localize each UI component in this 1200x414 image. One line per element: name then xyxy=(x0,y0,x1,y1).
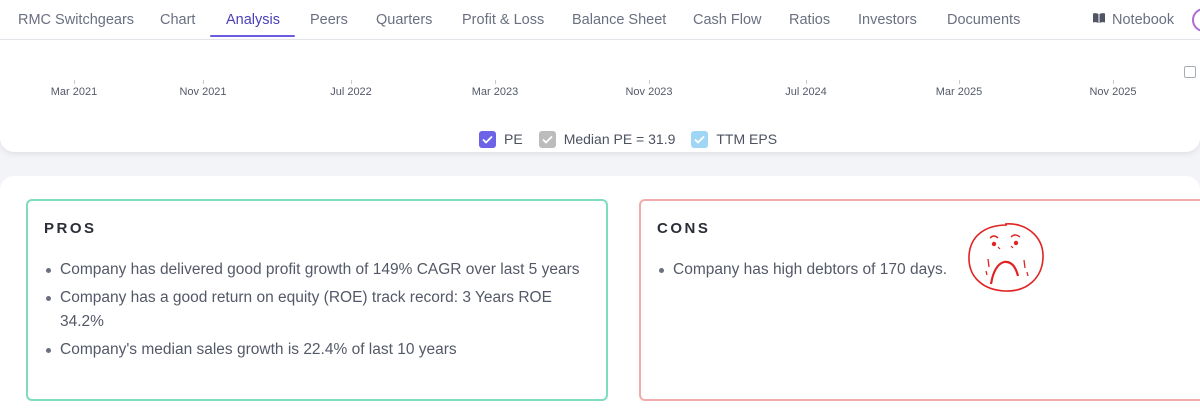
tab-peers[interactable]: Peers xyxy=(310,0,348,38)
cons-box: CONS Company has high debtors of 170 day… xyxy=(639,199,1200,401)
x-tick-label: Mar 2023 xyxy=(471,86,519,98)
list-item: Company has delivered good profit growth… xyxy=(44,258,584,282)
x-tick-mark xyxy=(495,80,496,84)
tab-documents[interactable]: Documents xyxy=(947,0,1020,38)
legend-label: TTM EPS xyxy=(716,131,778,147)
legend-item[interactable]: Median PE = 31.9 xyxy=(538,130,676,148)
legend-checkbox[interactable] xyxy=(538,130,556,148)
list-item: Company has high debtors of 170 days. xyxy=(657,258,957,282)
x-tick-label: Mar 2021 xyxy=(50,86,98,98)
pros-list: Company has delivered good profit growth… xyxy=(44,258,584,366)
book-icon xyxy=(1092,0,1106,40)
legend-checkbox[interactable] xyxy=(479,130,496,148)
tab-balance-sheet[interactable]: Balance Sheet xyxy=(572,0,666,38)
x-tick-label: Nov 2025 xyxy=(1089,86,1137,98)
tab-analysis[interactable]: Analysis xyxy=(226,0,280,38)
pros-box: PROS Company has delivered good profit g… xyxy=(26,199,608,401)
x-tick-mark xyxy=(1113,80,1114,84)
tab-quarters[interactable]: Quarters xyxy=(376,0,432,38)
tab-ratios[interactable]: Ratios xyxy=(789,0,830,38)
list-item: Company's median sales growth is 22.4% o… xyxy=(44,338,584,362)
legend-label: PE xyxy=(504,131,523,147)
legend-item[interactable]: TTM EPS xyxy=(691,130,778,148)
pros-title: PROS xyxy=(44,220,97,237)
check-icon xyxy=(542,135,553,144)
tab-company-name[interactable]: RMC Switchgears xyxy=(18,0,134,38)
x-tick-mark xyxy=(351,80,352,84)
list-item: Company has a good return on equity (ROE… xyxy=(44,286,584,334)
tab-chart[interactable]: Chart xyxy=(160,0,195,38)
check-icon xyxy=(482,135,493,144)
legend-item[interactable]: PE xyxy=(479,130,523,148)
x-tick-label: Jul 2024 xyxy=(785,86,827,98)
tab-profit-loss[interactable]: Profit & Loss xyxy=(462,0,544,38)
tab-investors[interactable]: Investors xyxy=(858,0,917,38)
legend-checkbox[interactable] xyxy=(691,130,709,148)
chart-card: Mar 2021 Nov 2021 Jul 2022 Mar 2023 Nov 2023… xyxy=(0,40,1200,152)
check-icon xyxy=(694,135,706,144)
legend-label: Median PE = 31.9 xyxy=(563,131,676,147)
screener-page: RMC Switchgears Chart Analysis Peers Qua… xyxy=(0,0,1200,414)
tab-cash-flow[interactable]: Cash Flow xyxy=(693,0,762,38)
avatar[interactable] xyxy=(1192,8,1200,32)
x-tick-label: Jul 2022 xyxy=(330,86,372,98)
x-tick-mark xyxy=(74,80,75,84)
checkbox-icon[interactable] xyxy=(1184,66,1196,78)
x-tick-mark xyxy=(203,80,204,84)
x-tick-label: Nov 2021 xyxy=(179,86,227,98)
x-tick-label: Mar 2025 xyxy=(935,86,983,98)
cons-title: CONS xyxy=(657,220,711,237)
notebook-button[interactable]: Notebook xyxy=(1092,0,1174,40)
sad-face-icon xyxy=(968,223,1044,292)
x-tick-mark xyxy=(649,80,650,84)
x-tick-mark xyxy=(806,80,807,84)
active-tab-indicator xyxy=(210,35,295,37)
chart-legend: PE Median PE = 31.9 TTM EPS xyxy=(479,130,793,148)
notebook-label: Notebook xyxy=(1112,12,1175,28)
cons-list: Company has high debtors of 170 days. xyxy=(657,258,957,286)
x-tick-mark xyxy=(959,80,960,84)
x-tick-label: Nov 2023 xyxy=(625,86,673,98)
section-tabs-nav: RMC Switchgears Chart Analysis Peers Qua… xyxy=(0,0,1200,40)
